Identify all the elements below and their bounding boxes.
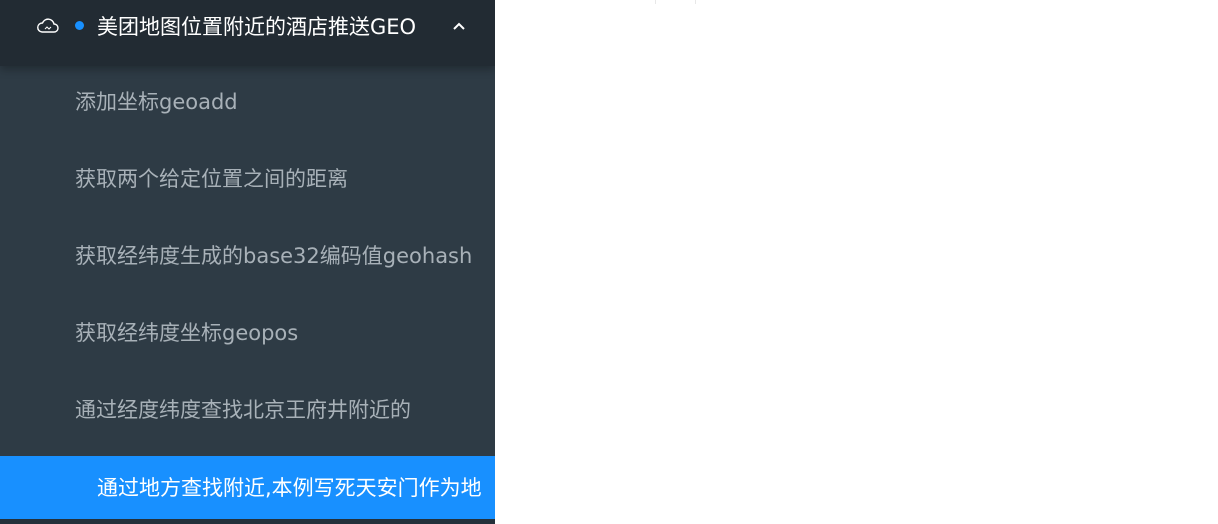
menu-item-geoadd[interactable]: 添加坐标geoadd [0, 70, 495, 134]
menu-item-label: 通过地方查找附近,本例写死天安门作为地 [97, 476, 482, 500]
cloud-icon [37, 18, 59, 33]
sidebar-menu: 美团地图位置附近的酒店推送GEO 添加坐标geoadd 获取两个给定位置之间的距… [0, 0, 495, 524]
menu-item-label: 获取两个给定位置之间的距离 [75, 167, 348, 191]
menu-item-label: 通过经度纬度查找北京王府井附近的 [75, 398, 411, 422]
menu-item-geohash[interactable]: 获取经纬度生成的base32编码值geohash [0, 224, 495, 288]
menu-item-label: 获取经纬度生成的base32编码值geohash [75, 244, 473, 268]
menu-item-georadiusbymember[interactable]: 通过地方查找附近,本例写死天安门作为地 [0, 456, 495, 520]
menu-item-geopos[interactable]: 获取经纬度坐标geopos [0, 301, 495, 365]
top-divider [695, 0, 696, 4]
menu-item-georadius[interactable]: 通过经度纬度查找北京王府井附近的 [0, 378, 495, 442]
menu-item-geodist[interactable]: 获取两个给定位置之间的距离 [0, 147, 495, 211]
chevron-up-icon[interactable] [451, 18, 467, 34]
menu-item-label: 添加坐标geoadd [75, 90, 238, 114]
unread-dot [75, 21, 84, 30]
submenu-geo-header[interactable]: 美团地图位置附近的酒店推送GEO [0, 0, 495, 66]
menu-item-label: 获取经纬度坐标geopos [75, 321, 299, 345]
submenu-title: 美团地图位置附近的酒店推送GEO [97, 15, 417, 39]
sidebar-bottom-edge [0, 519, 495, 524]
top-divider [655, 0, 656, 4]
